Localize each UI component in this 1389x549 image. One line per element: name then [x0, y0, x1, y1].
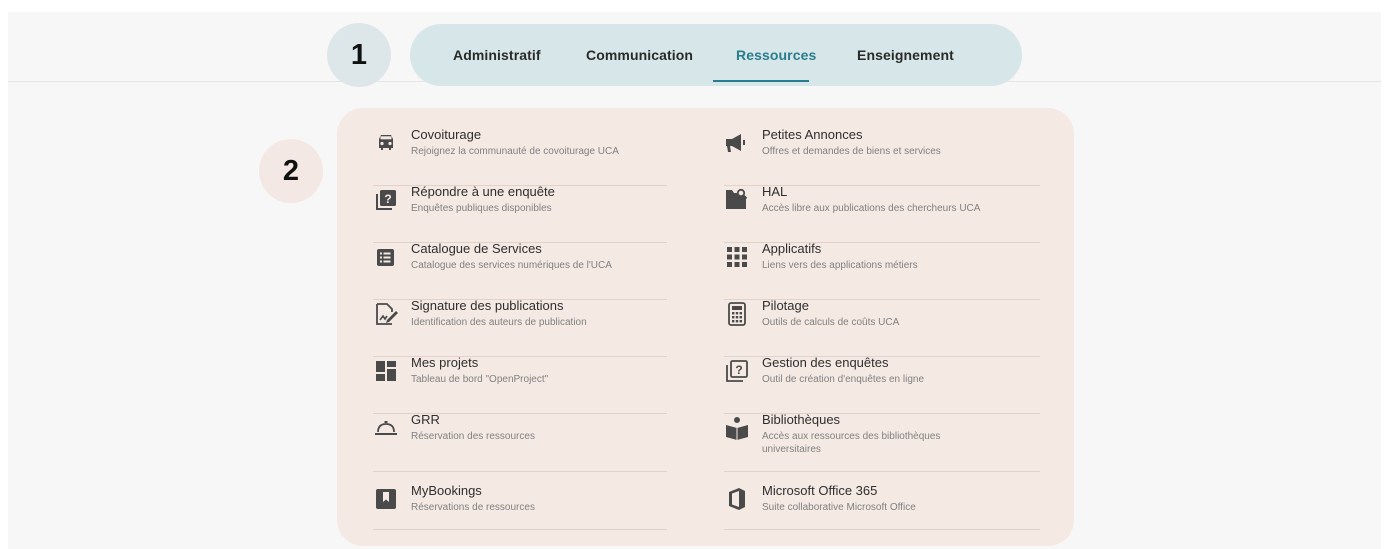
folder-search-icon	[724, 187, 750, 213]
divider	[724, 471, 1040, 472]
item-subtitle: Enquêtes publiques disponibles	[411, 203, 552, 214]
link-mybookings[interactable]: MyBookings Réservations de ressources	[373, 483, 667, 530]
link-catalogue-services[interactable]: Catalogue de Services Catalogue des serv…	[373, 241, 667, 300]
link-covoiturage[interactable]: Covoiturage Rejoignez la communauté de c…	[373, 127, 667, 186]
link-repondre-enquete[interactable]: ? Répondre à une enquête Enquêtes publiq…	[373, 184, 667, 243]
item-title: Catalogue de Services	[411, 241, 542, 256]
link-pilotage[interactable]: Pilotage Outils de calculs de coûts UCA	[724, 298, 1040, 357]
divider	[373, 529, 667, 530]
megaphone-icon	[724, 130, 750, 156]
item-subtitle: Réservation des ressources	[411, 431, 535, 442]
car-icon	[373, 130, 399, 156]
item-title: Répondre à une enquête	[411, 184, 555, 199]
step-marker-2: 2	[259, 139, 323, 203]
tab-communication[interactable]: Communication	[586, 24, 693, 86]
item-title: Microsoft Office 365	[762, 483, 878, 498]
survey-icon: ?	[373, 187, 399, 213]
library-icon	[724, 415, 750, 441]
item-title: Signature des publications	[411, 298, 564, 313]
item-subtitle: Liens vers des applications métiers	[762, 260, 918, 271]
item-title: MyBookings	[411, 483, 482, 498]
item-subtitle: Accès libre aux publications des cherche…	[762, 203, 981, 214]
link-grr[interactable]: GRR Réservation des ressources	[373, 412, 667, 472]
calculator-icon	[724, 301, 750, 327]
item-title: HAL	[762, 184, 788, 199]
link-applicatifs[interactable]: Applicatifs Liens vers des applications …	[724, 241, 1040, 300]
link-microsoft-office[interactable]: Microsoft Office 365 Suite collaborative…	[724, 483, 1040, 530]
tab-enseignement[interactable]: Enseignement	[857, 24, 954, 86]
item-subtitle: Accès aux ressources des bibliothèques u…	[762, 431, 941, 455]
tab-administratif[interactable]: Administratif	[453, 24, 541, 86]
cloche-icon	[373, 415, 399, 441]
item-subtitle: Identification des auteurs de publicatio…	[411, 317, 587, 328]
link-signature-publications[interactable]: Signature des publications Identificatio…	[373, 298, 667, 357]
survey-outline-icon: ?	[724, 358, 750, 384]
item-subtitle: Catalogue des services numériques de l'U…	[411, 260, 612, 271]
item-title: Pilotage	[762, 298, 809, 313]
item-subtitle: Outil de création d'enquêtes en ligne	[762, 374, 925, 385]
link-hal[interactable]: HAL Accès libre aux publications des che…	[724, 184, 1040, 243]
step-marker-label: 2	[282, 154, 300, 187]
item-subtitle: Offres et demandes de biens et services	[762, 146, 941, 157]
item-title: Gestion des enquêtes	[762, 355, 889, 370]
step-marker-1: 1	[327, 23, 391, 87]
link-mes-projets[interactable]: Mes projets Tableau de bord "OpenProject…	[373, 355, 667, 414]
svg-text:?: ?	[384, 192, 391, 206]
bookmark-icon	[373, 486, 399, 512]
item-subtitle: Rejoignez la communauté de covoiturage U…	[411, 146, 619, 157]
item-title: Covoiturage	[411, 127, 482, 142]
item-subtitle: Suite collaborative Microsoft Office	[762, 502, 916, 513]
item-title: Bibliothèques	[762, 412, 841, 427]
item-title: Mes projets	[411, 355, 479, 370]
dashboard-icon	[373, 358, 399, 384]
item-subtitle: Tableau de bord "OpenProject"	[411, 374, 549, 385]
item-subtitle: Réservations de ressources	[411, 502, 535, 513]
item-title: Petites Annonces	[762, 127, 863, 142]
item-subtitle: Outils de calculs de coûts UCA	[762, 317, 900, 328]
apps-grid-icon	[724, 244, 750, 270]
office-icon	[724, 486, 750, 512]
link-gestion-enquetes[interactable]: ? Gestion des enquêtes Outil de création…	[724, 355, 1040, 414]
signature-icon	[373, 301, 399, 327]
item-title: GRR	[411, 412, 440, 427]
link-petites-annonces[interactable]: Petites Annonces Offres et demandes de b…	[724, 127, 1040, 186]
item-title: Applicatifs	[762, 241, 822, 256]
divider	[724, 529, 1040, 530]
tab-ressources[interactable]: Ressources	[736, 24, 816, 86]
active-tab-indicator	[713, 80, 809, 82]
svg-text:?: ?	[735, 363, 742, 377]
divider	[373, 471, 667, 472]
link-bibliotheques[interactable]: Bibliothèques Accès aux ressources des b…	[724, 412, 1040, 472]
list-icon	[373, 244, 399, 270]
step-marker-label: 1	[350, 38, 368, 71]
